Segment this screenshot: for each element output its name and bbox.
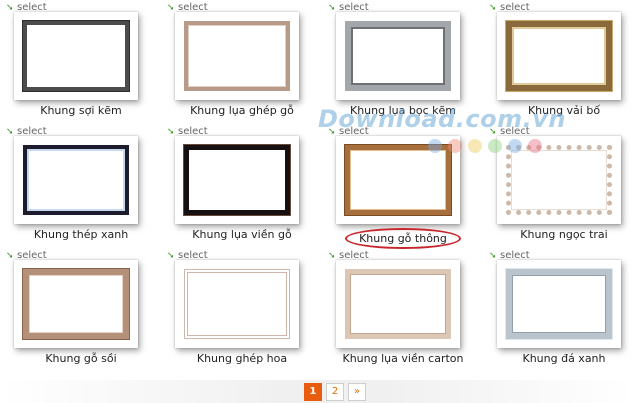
frame-thumbnail[interactable] xyxy=(14,12,138,100)
frame-name[interactable]: Khung lụa ghép gỗ xyxy=(167,104,317,117)
page-1-button[interactable]: 1 xyxy=(304,383,322,401)
frame-preview xyxy=(184,145,290,215)
next-page-button[interactable]: » xyxy=(348,383,366,401)
frame-thumbnail[interactable] xyxy=(14,136,138,224)
frame-name[interactable]: Khung vải bố xyxy=(489,104,635,117)
frame-name[interactable]: Khung gỗ sồi xyxy=(6,352,156,365)
frame-preview xyxy=(184,269,290,339)
frame-thumbnail[interactable] xyxy=(14,260,138,348)
frame-item: ➘ select Khung thép xanh xyxy=(6,126,156,248)
frame-thumbnail[interactable] xyxy=(175,12,299,100)
frame-item: ➘ select Khung gỗ sồi xyxy=(6,250,156,372)
frame-name[interactable]: Khung ghép hoa xyxy=(167,352,317,365)
frame-preview xyxy=(345,21,451,91)
frame-name[interactable]: Khung sợi kẽm xyxy=(6,104,156,117)
frame-thumbnail[interactable] xyxy=(175,260,299,348)
frame-item: ➘ select Khung lụa viền gỗ xyxy=(167,126,317,248)
frame-name-highlighted[interactable]: Khung gỗ thông xyxy=(328,228,478,249)
frame-item: ➘ select Khung sợi kẽm xyxy=(6,2,156,124)
pagination: 1 2 » xyxy=(304,383,366,401)
frame-name[interactable]: Khung lụa bọc kẽm xyxy=(328,104,478,117)
page-2-button[interactable]: 2 xyxy=(326,383,344,401)
frame-thumbnail[interactable] xyxy=(497,12,621,100)
frame-preview xyxy=(345,269,451,339)
frame-item: ➘ select Khung đá xanh xyxy=(489,250,635,372)
frame-preview xyxy=(345,145,451,215)
frame-item: ➘ select Khung lụa ghép gỗ xyxy=(167,2,317,124)
frame-item: ➘ select Khung vải bố xyxy=(489,2,635,124)
frame-item: ➘ select Khung lụa viền carton xyxy=(328,250,478,372)
frame-thumbnail[interactable] xyxy=(175,136,299,224)
frame-preview xyxy=(22,20,130,92)
frame-preview xyxy=(23,145,129,215)
frame-item: ➘ select Khung lụa bọc kẽm xyxy=(328,2,478,124)
frame-thumbnail[interactable] xyxy=(336,136,460,224)
frame-thumbnail[interactable] xyxy=(336,12,460,100)
frame-item: ➘ select Khung gỗ thông xyxy=(328,126,478,249)
frame-name[interactable]: Khung thép xanh xyxy=(6,228,156,241)
frame-preview xyxy=(23,269,129,339)
frame-item: ➘ select Khung ngọc trai xyxy=(489,126,635,248)
frame-preview xyxy=(506,21,612,91)
frame-name[interactable]: Khung ngọc trai xyxy=(489,228,635,241)
frame-item: ➘ select Khung ghép hoa xyxy=(167,250,317,372)
frame-preview xyxy=(184,21,290,91)
frame-name[interactable]: Khung đá xanh xyxy=(489,352,635,365)
frame-name[interactable]: Khung lụa viền carton xyxy=(328,352,478,365)
frame-name[interactable]: Khung lụa viền gỗ xyxy=(167,228,317,241)
frame-thumbnail[interactable] xyxy=(497,260,621,348)
frame-preview xyxy=(506,269,612,339)
frame-preview xyxy=(506,145,612,215)
frame-thumbnail[interactable] xyxy=(497,136,621,224)
frame-thumbnail[interactable] xyxy=(336,260,460,348)
